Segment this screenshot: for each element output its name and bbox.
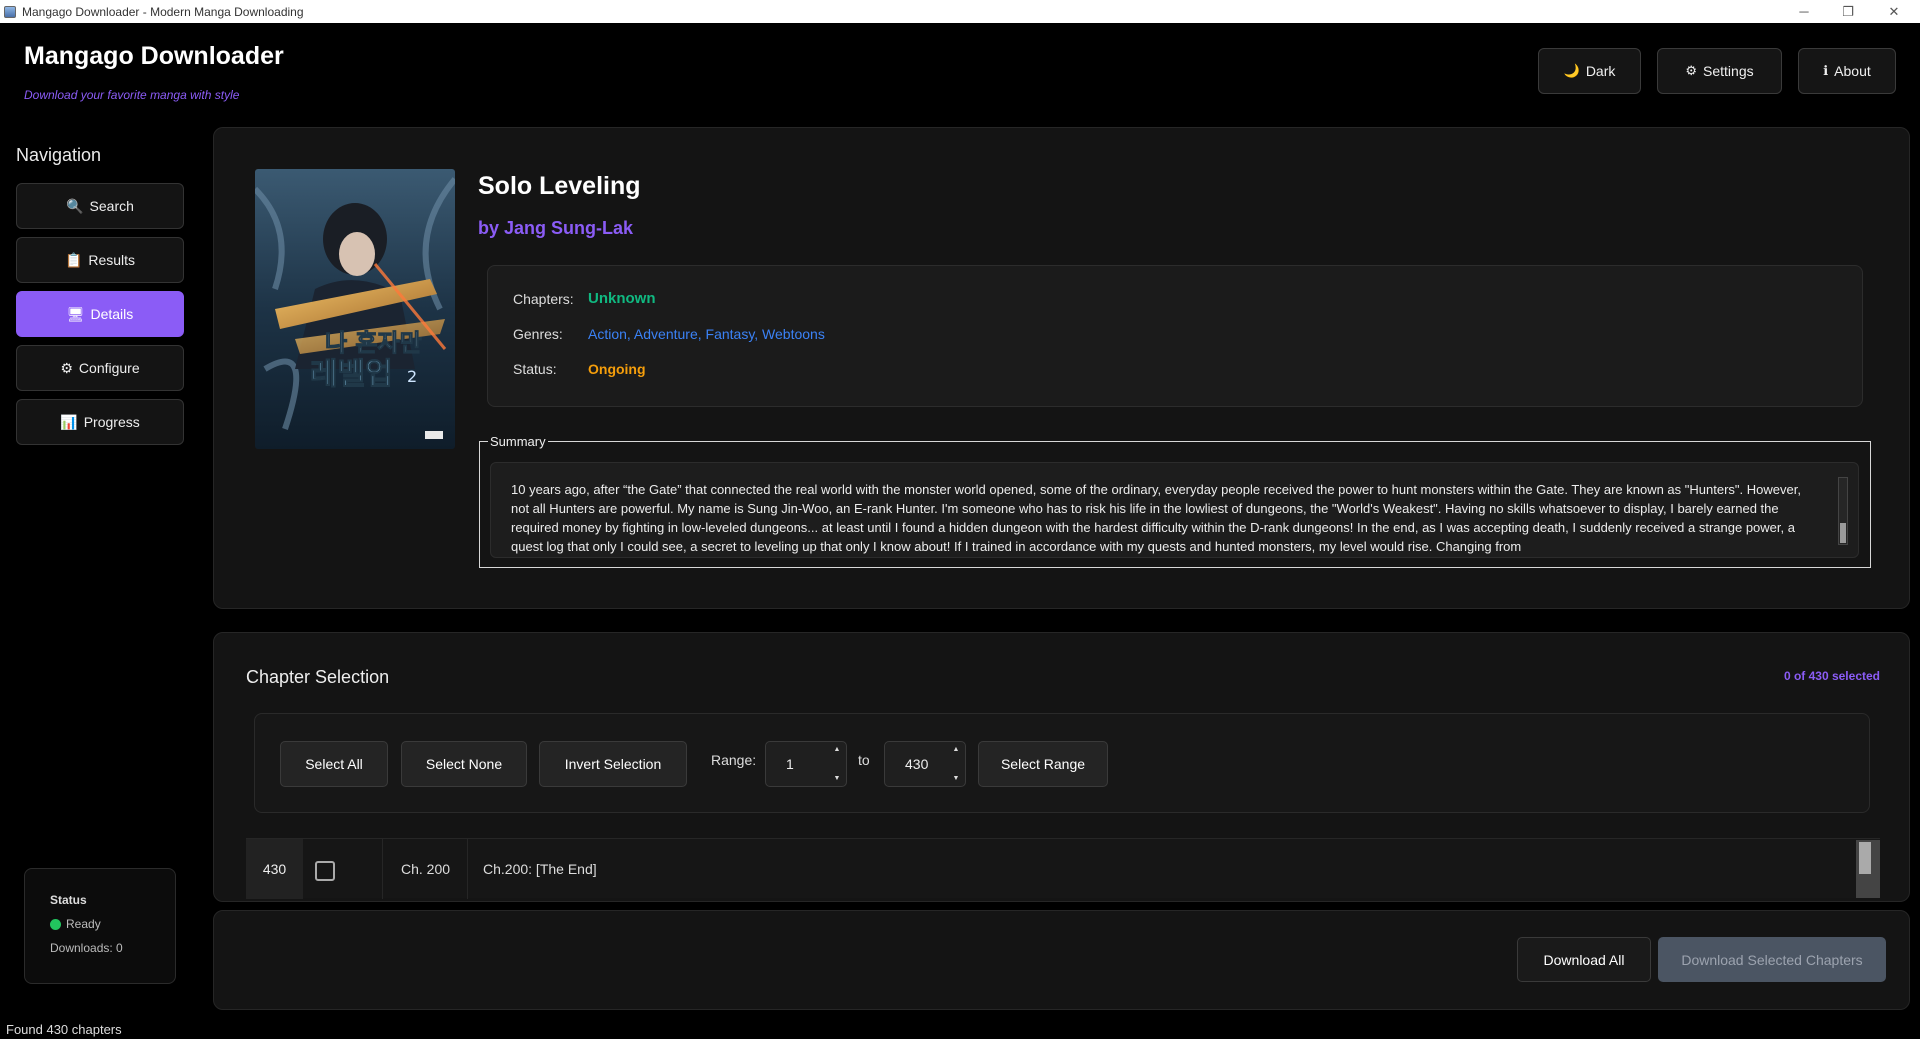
bar-chart-icon: 📊 [60, 413, 78, 430]
nav-results-label: Results [88, 252, 136, 268]
genres-label: Genres: [513, 326, 563, 342]
monitor-icon: 🖥 [66, 305, 85, 322]
range-from-arrows[interactable]: ▲ ▼ [831, 746, 843, 782]
chapter-short: Ch. 200 [401, 861, 451, 877]
range-to-value: 430 [905, 756, 929, 772]
range-to-arrows[interactable]: ▲ ▼ [950, 746, 962, 782]
app-icon [4, 5, 16, 18]
chapters-value: Unknown [588, 290, 656, 307]
nav-search-button[interactable]: 🔍 Search [16, 183, 184, 229]
restore-icon[interactable]: ❐ [1826, 0, 1870, 23]
nav-search-label: Search [89, 198, 134, 214]
selected-count: 0 of 430 selected [1783, 669, 1880, 683]
summary-textarea[interactable]: 10 years ago, after “the Gate” that conn… [490, 462, 1859, 558]
footer-status: Found 430 chapters [6, 1022, 122, 1037]
nav-results-button[interactable]: 📋 Results [16, 237, 184, 283]
svg-text:2: 2 [407, 367, 417, 386]
chapters-label: Chapters: [513, 290, 574, 307]
spin-down-icon[interactable]: ▼ [950, 775, 962, 782]
download-selected-button[interactable]: Download Selected Chapters [1658, 937, 1886, 982]
chapter-checkbox[interactable] [315, 861, 335, 881]
clipboard-icon: 📋 [64, 251, 83, 268]
nav-configure-button[interactable]: ⚙ Configure [16, 345, 184, 391]
manga-title: Solo Leveling [478, 172, 641, 200]
column-divider [382, 839, 383, 899]
minimize-icon[interactable]: ─ [1782, 0, 1826, 23]
nav-details-label: Details [90, 306, 134, 322]
genres-value: Action, Adventure, Fantasy, Webtoons [588, 326, 825, 342]
window-title: Mangago Downloader - Modern Manga Downlo… [22, 4, 304, 19]
range-to-spinbox[interactable]: 430 ▲ ▼ [884, 741, 966, 787]
chapter-title: Ch.200: [The End] [483, 861, 597, 877]
info-icon: ℹ [1823, 63, 1829, 78]
range-label: Range: [711, 752, 757, 768]
downloads-count: Downloads: 0 [50, 941, 123, 955]
info-box: Chapters: Unknown Genres: Action, Advent… [487, 265, 1863, 407]
search-icon: 🔍 [66, 197, 84, 214]
table-row[interactable]: 430 Ch. 200 Ch.200: [The End] [246, 838, 1880, 899]
range-from-spinbox[interactable]: 1 ▲ ▼ [765, 741, 847, 787]
spin-down-icon[interactable]: ▼ [831, 775, 843, 782]
svg-text:레벨업: 레벨업 [310, 357, 393, 392]
nav-details-button[interactable]: 🖥 Details [16, 291, 184, 337]
app-title: Mangago Downloader [24, 42, 284, 70]
about-button[interactable]: ℹ About [1798, 48, 1896, 94]
manga-author: by Jang Sung-Lak [478, 218, 634, 238]
status-card: Status Ready Downloads: 0 [24, 868, 176, 984]
spin-up-icon[interactable]: ▲ [950, 746, 962, 753]
to-label: to [858, 752, 870, 768]
actions-panel [213, 910, 1910, 1010]
genres-row: Genres: Action, Adventure, Fantasy, Webt… [513, 326, 825, 342]
gear-icon: ⚙ [1685, 63, 1698, 78]
select-all-button[interactable]: Select All [280, 741, 388, 787]
app-window: Mangago Downloader - Modern Manga Downlo… [0, 0, 1920, 1039]
status-label: Status: [513, 361, 557, 377]
spin-up-icon[interactable]: ▲ [831, 746, 843, 753]
status-value: Ongoing [588, 361, 646, 377]
column-divider [467, 839, 468, 899]
summary-legend: Summary [488, 434, 548, 449]
window-titlebar: Mangago Downloader - Modern Manga Downlo… [0, 0, 1920, 23]
status-dot-icon [50, 918, 61, 930]
select-none-button[interactable]: Select None [401, 741, 527, 787]
theme-toggle-button[interactable]: 🌙 Dark [1538, 48, 1641, 94]
navigation-title: Navigation [16, 145, 102, 165]
close-icon[interactable]: ✕ [1872, 0, 1916, 23]
theme-toggle-label: Dark [1585, 63, 1616, 79]
chapter-list-scrollbar[interactable] [1856, 840, 1880, 898]
gear-icon: ⚙ [60, 359, 73, 376]
status-row: Status: Ongoing [513, 361, 646, 377]
nav-progress-label: Progress [83, 414, 140, 430]
about-label: About [1834, 63, 1871, 79]
row-number: 430 [246, 839, 303, 899]
nav-configure-label: Configure [78, 360, 140, 376]
summary-scrollbar[interactable] [1838, 477, 1848, 545]
range-from-value: 1 [786, 756, 794, 772]
chapters-row: Chapters: Unknown [513, 290, 656, 307]
moon-icon: 🌙 [1563, 63, 1580, 78]
select-range-button[interactable]: Select Range [978, 741, 1108, 787]
invert-selection-button[interactable]: Invert Selection [539, 741, 687, 787]
chapter-selection-title: Chapter Selection [246, 667, 390, 687]
app-subtitle: Download your favorite manga with style [24, 88, 240, 102]
nav-progress-button[interactable]: 📊 Progress [16, 399, 184, 445]
summary-text: 10 years ago, after “the Gate” that conn… [511, 482, 1801, 554]
svg-text:나 혼자만: 나 혼자만 [325, 329, 422, 357]
cover-artwork: 나 혼자만 레벨업 2 [255, 169, 455, 449]
summary-scrollbar-thumb[interactable] [1840, 523, 1846, 543]
status-state: Ready [66, 917, 101, 931]
settings-label: Settings [1703, 63, 1754, 79]
download-all-button[interactable]: Download All [1517, 937, 1651, 982]
status-ready-row: Ready [50, 917, 175, 931]
status-title: Status [50, 893, 87, 907]
settings-button[interactable]: ⚙ Settings [1657, 48, 1782, 94]
chapter-list-scrollbar-thumb[interactable] [1859, 842, 1871, 874]
cover-image: 나 혼자만 레벨업 2 [255, 169, 455, 449]
chapter-toolbar: Select All Select None Invert Selection … [254, 713, 1870, 813]
